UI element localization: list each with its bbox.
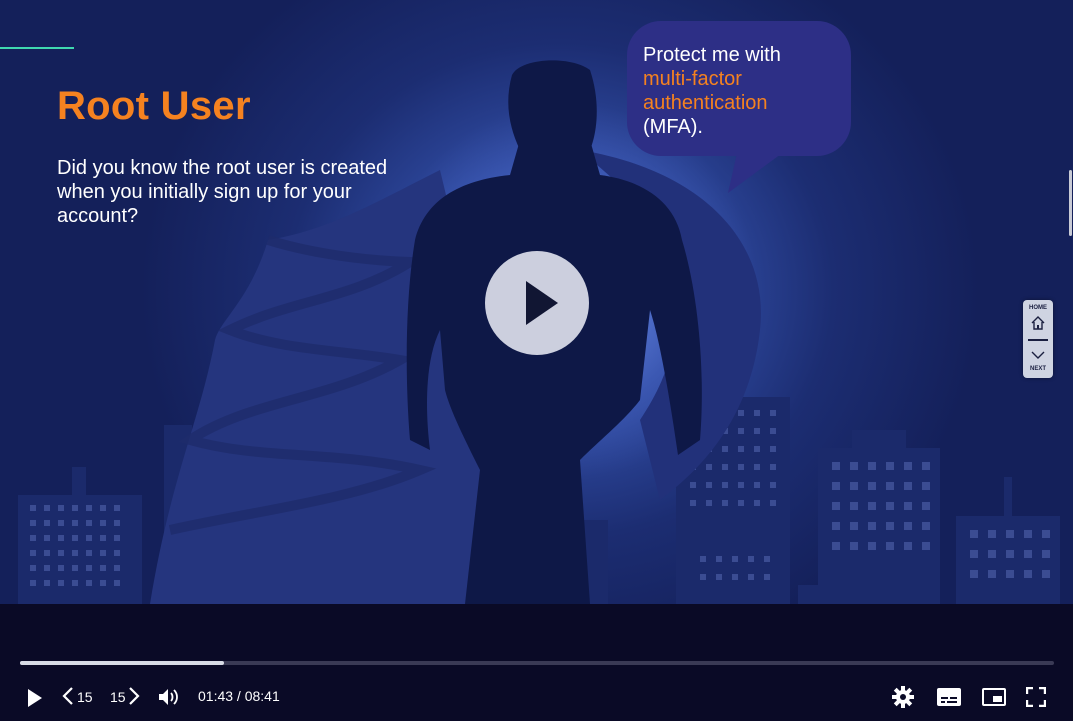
player-controls: 15 15 01:43 / 08:41: [0, 604, 1073, 721]
time-display: 01:43 / 08:41: [198, 688, 280, 704]
video-stage[interactable]: Root User Did you know the root user is …: [0, 0, 1073, 604]
home-label: HOME: [1029, 305, 1047, 311]
forward-15-button[interactable]: 15: [109, 686, 149, 710]
picture-in-picture-icon[interactable]: [982, 688, 1006, 706]
side-nav-divider: [1028, 339, 1048, 341]
bubble-highlight-2: authentication: [643, 92, 768, 114]
seek-bar[interactable]: [20, 661, 1054, 665]
bubble-line-end: (MFA).: [643, 116, 703, 138]
bubble-line-1: Protect me with: [643, 44, 781, 66]
rewind-15-icon: [62, 687, 73, 705]
settings-icon[interactable]: [892, 686, 914, 708]
forward-15-icon: [129, 687, 140, 705]
home-icon[interactable]: [1030, 315, 1046, 331]
next-label: NEXT: [1029, 366, 1046, 372]
chevron-down-icon[interactable]: [1030, 350, 1046, 360]
play-icon: [526, 281, 558, 325]
rewind-seconds: 15: [77, 689, 93, 705]
seek-bar-progress: [20, 661, 224, 665]
big-play-button[interactable]: [485, 251, 589, 355]
side-navigation: HOME NEXT: [1023, 300, 1053, 378]
speech-bubble: Protect me with multi-factor authenticat…: [627, 21, 851, 156]
slide-title: Root User: [57, 84, 251, 128]
volume-icon[interactable]: [158, 687, 180, 707]
slide-body-text: Did you know the root user is created wh…: [57, 157, 388, 227]
scrollbar-thumb[interactable]: [1069, 170, 1072, 236]
bubble-highlight-1: multi-factor: [643, 68, 742, 90]
rewind-15-button[interactable]: 15: [60, 686, 100, 710]
play-icon[interactable]: [26, 688, 44, 708]
forward-seconds: 15: [110, 689, 126, 705]
fullscreen-icon[interactable]: [1026, 687, 1046, 707]
captions-icon[interactable]: [937, 688, 961, 706]
slide-progress-accent: [0, 47, 74, 49]
